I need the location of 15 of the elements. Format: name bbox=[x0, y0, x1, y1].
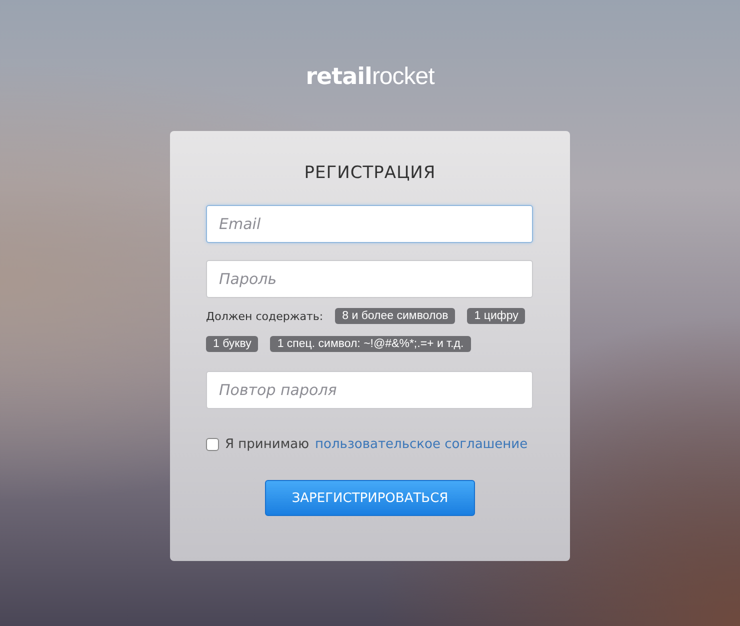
form-title: РЕГИСТРАЦИЯ bbox=[303, 163, 437, 183]
agreement-link[interactable]: пользовательское соглашение bbox=[315, 437, 528, 452]
requirements-label: Должен содержать: bbox=[206, 310, 324, 322]
register-button[interactable]: ЗАРЕГИСТРИРОВАТЬСЯ bbox=[265, 480, 475, 516]
input-field[interactable]: Email bbox=[206, 205, 533, 243]
input-field[interactable]: Повтор пароля bbox=[206, 371, 533, 409]
requirement-badge: 8 и более символов bbox=[335, 308, 456, 324]
requirement-badge: 1 цифру bbox=[467, 308, 526, 324]
agreement-text: Я принимаю bbox=[225, 437, 310, 452]
input-field[interactable]: Пароль bbox=[206, 260, 533, 298]
logo-text: rocket bbox=[372, 63, 434, 91]
requirement-badge: 1 спец. символ: ~!@#&%*;.=+ и т.д. bbox=[270, 336, 471, 352]
logo-text: retail bbox=[306, 64, 372, 90]
checkbox[interactable] bbox=[206, 438, 219, 451]
requirement-badge: 1 букву bbox=[206, 336, 258, 352]
